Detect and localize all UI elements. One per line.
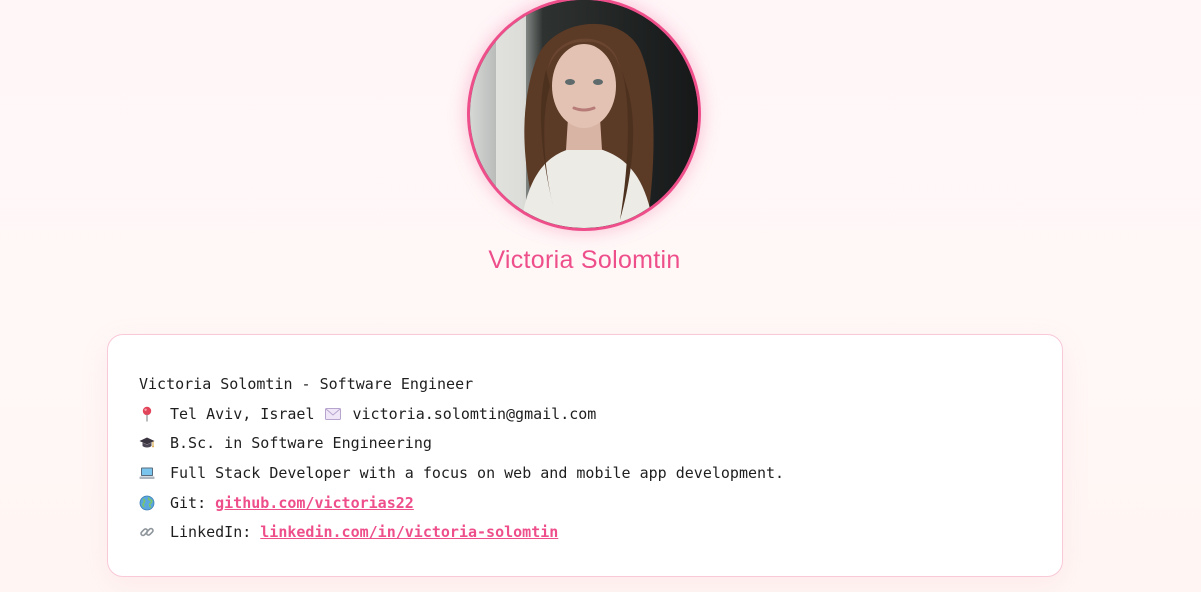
git-line: Git: github.com/victorias22 [139,488,1062,518]
linkedin-link[interactable]: linkedin.com/in/victoria-solomtin [260,519,558,545]
globe-icon [139,495,155,510]
pin-icon [142,406,152,422]
avatar-photo [470,0,698,228]
link-icon [140,528,154,537]
profile-name: Victoria Solomtin [488,246,681,274]
headline-line: Victoria Solomtin - Software Engineer [139,369,1062,399]
git-label: Git: [170,493,207,512]
git-link[interactable]: github.com/victorias22 [215,490,414,516]
envelope-icon [324,407,341,420]
linkedin-line: LinkedIn: linkedin.com/in/victoria-solom… [139,517,1062,547]
profile-avatar [467,0,701,231]
role-line: Full Stack Developer with a focus on web… [139,458,1062,488]
location-text: Tel Aviv, Israel [170,404,315,423]
laptop-icon [139,467,155,479]
graduation-cap-icon [139,437,155,448]
profile-card: Victoria Solomtin - Software Engineer Te… [107,334,1063,577]
education-line: B.Sc. in Software Engineering [139,428,1062,458]
education-text: B.Sc. in Software Engineering [170,434,432,453]
contact-line: Tel Aviv, Israel victoria.solomtin@gmail… [139,399,1062,429]
role-text: Full Stack Developer with a focus on web… [170,463,785,482]
linkedin-label: LinkedIn: [170,523,252,542]
headline-text: Victoria Solomtin - Software Engineer [139,374,474,393]
email-text: victoria.solomtin@gmail.com [352,404,597,423]
